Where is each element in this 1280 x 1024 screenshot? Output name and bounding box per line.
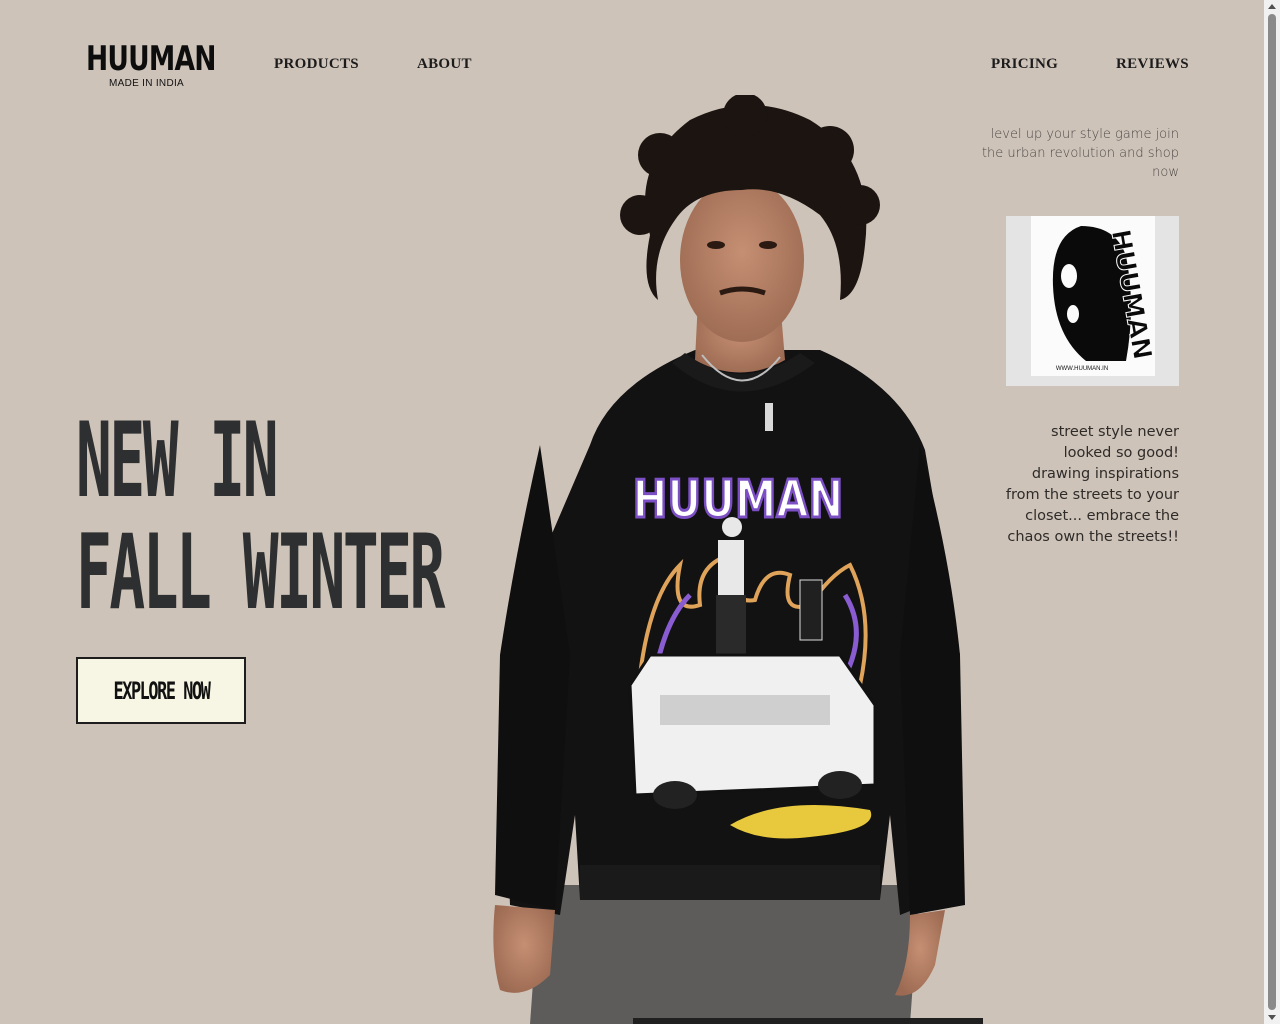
model-image: HUUMAN [493, 95, 965, 1024]
mask-product-card[interactable]: HUUMAN WWW.HUUMAN.IN [1006, 216, 1179, 386]
mask-card-url: WWW.HUUMAN.IN [1055, 366, 1109, 372]
explore-now-button[interactable]: EXPLORE NOW [76, 657, 246, 724]
hero-tagline: level up your style game join the urban … [981, 127, 1179, 180]
nav-about[interactable]: ABOUT [417, 56, 472, 73]
balaclava-icon: HUUMAN [1052, 226, 1158, 363]
nav-pricing[interactable]: PRICING [991, 56, 1058, 73]
scroll-thumb[interactable] [1268, 14, 1276, 1010]
explore-now-label: EXPLORE NOW [113, 676, 210, 705]
brand-logo[interactable]: HUUMAN MADE IN INDIA [86, 39, 216, 92]
hero-line-1: NEW IN [76, 400, 279, 521]
brand-description: street style never looked so good! drawi… [1005, 424, 1179, 545]
scroll-up-icon[interactable] [1268, 4, 1276, 9]
landing-page: HUUMAN MADE IN INDIA PRODUCTS ABOUT PRIC… [0, 0, 1264, 1024]
bottom-bar [633, 1018, 983, 1024]
scroll-down-icon[interactable] [1268, 1015, 1276, 1020]
mask-card-image: HUUMAN [1031, 216, 1158, 376]
nav-products[interactable]: PRODUCTS [274, 56, 359, 73]
hero-line-2: FALL WINTER [76, 512, 445, 633]
nav-reviews[interactable]: REVIEWS [1116, 56, 1189, 73]
page-scrollbar[interactable] [1264, 0, 1280, 1024]
brand-tagline: MADE IN INDIA [109, 78, 185, 89]
brand-name: HUUMAN [86, 39, 216, 79]
